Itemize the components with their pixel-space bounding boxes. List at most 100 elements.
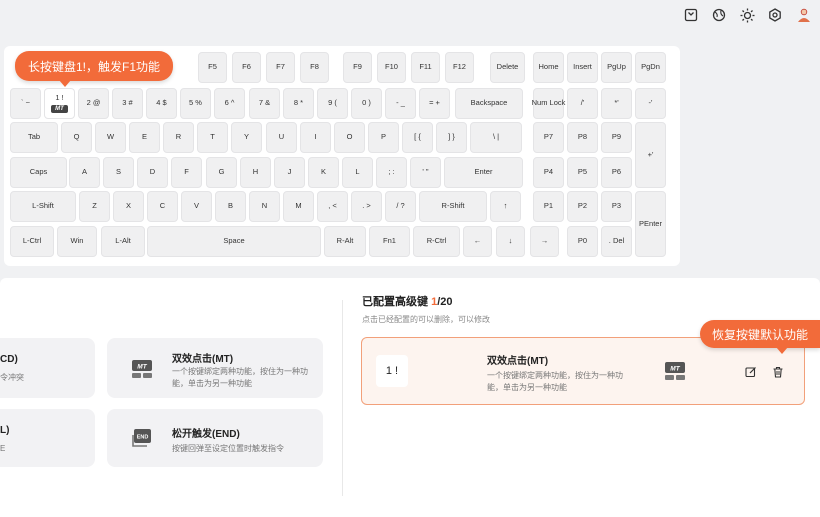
key-f5[interactable]: F5: [198, 52, 227, 83]
key-r-shift[interactable]: R-Shift: [419, 191, 487, 222]
key-p2[interactable]: P2: [567, 191, 598, 222]
key-space[interactable]: Space: [147, 226, 321, 257]
key-p8[interactable]: P8: [567, 122, 598, 153]
key-5[interactable]: 5 %: [180, 88, 211, 119]
key-sym16[interactable]: *': [601, 88, 632, 119]
key-u[interactable]: U: [266, 122, 297, 153]
key-v[interactable]: V: [181, 191, 212, 222]
key-sym10[interactable]: / ?: [385, 191, 416, 222]
key-sym11[interactable]: ' ": [410, 157, 441, 188]
key-sym11[interactable]: - _: [385, 88, 416, 119]
key-sym15[interactable]: /': [567, 88, 598, 119]
key-i[interactable]: I: [300, 122, 331, 153]
key-o[interactable]: O: [334, 122, 365, 153]
key-x[interactable]: X: [113, 191, 144, 222]
key-p3[interactable]: P3: [601, 191, 632, 222]
key-p1[interactable]: P1: [533, 191, 564, 222]
key-penter[interactable]: PEnter: [635, 191, 666, 257]
key-sym13[interactable]: \ |: [470, 122, 522, 153]
key-f10[interactable]: F10: [377, 52, 406, 83]
key-fn1[interactable]: Fn1: [369, 226, 410, 257]
key-p7[interactable]: P7: [533, 122, 564, 153]
avatar[interactable]: [795, 6, 813, 24]
key-sym17[interactable]: -': [635, 88, 666, 119]
key-sym10[interactable]: ; :: [376, 157, 407, 188]
key-n[interactable]: N: [249, 191, 280, 222]
key-backspace[interactable]: Backspace: [455, 88, 523, 119]
key-enter[interactable]: Enter: [444, 157, 523, 188]
key-pgdn[interactable]: PgDn: [635, 52, 666, 83]
feature-card-l[interactable]: L) E: [0, 409, 95, 467]
save-icon[interactable]: [682, 6, 700, 24]
delete-icon[interactable]: [772, 365, 786, 379]
key-r-alt[interactable]: R-Alt: [324, 226, 366, 257]
key-w[interactable]: W: [95, 122, 126, 153]
key-pgup[interactable]: PgUp: [601, 52, 632, 83]
key-f9[interactable]: F9: [343, 52, 372, 83]
key-r[interactable]: R: [163, 122, 194, 153]
brightness-icon[interactable]: [738, 6, 756, 24]
key-num-lock[interactable]: Num Lock: [532, 88, 565, 119]
key-sym12[interactable]: = +: [419, 88, 450, 119]
key-f[interactable]: F: [171, 157, 202, 188]
key-r-ctrl[interactable]: R-Ctrl: [413, 226, 460, 257]
globe-icon[interactable]: [710, 6, 728, 24]
key-g[interactable]: G: [206, 157, 237, 188]
key-sym7[interactable]: ←: [463, 226, 492, 257]
key-c[interactable]: C: [147, 191, 178, 222]
key-6[interactable]: 6 ^: [214, 88, 245, 119]
key-win[interactable]: Win: [57, 226, 97, 257]
key-f8[interactable]: F8: [300, 52, 329, 83]
key-4[interactable]: 4 $: [146, 88, 177, 119]
key-7[interactable]: 7 &: [249, 88, 280, 119]
key-sym9[interactable]: →: [530, 226, 559, 257]
key-home[interactable]: Home: [533, 52, 564, 83]
key-y[interactable]: Y: [231, 122, 262, 153]
key-sym12[interactable]: ↑: [490, 191, 521, 222]
key-sym8[interactable]: ↓: [496, 226, 525, 257]
key-q[interactable]: Q: [61, 122, 92, 153]
key-tab[interactable]: Tab: [10, 122, 58, 153]
key-t[interactable]: T: [197, 122, 228, 153]
key-k[interactable]: K: [308, 157, 339, 188]
key-s[interactable]: S: [103, 157, 134, 188]
key-p[interactable]: P: [368, 122, 399, 153]
key-f11[interactable]: F11: [411, 52, 440, 83]
key-sym17[interactable]: +': [635, 122, 666, 188]
key-del[interactable]: . Del: [601, 226, 632, 257]
key-l[interactable]: L: [342, 157, 373, 188]
key-sym9[interactable]: . >: [351, 191, 382, 222]
key-p0[interactable]: P0: [567, 226, 598, 257]
key-sym0[interactable]: ` ~: [10, 88, 41, 119]
key-f12[interactable]: F12: [445, 52, 474, 83]
key-l-shift[interactable]: L-Shift: [10, 191, 76, 222]
feature-card-cd[interactable]: CD) 令冲突: [0, 338, 95, 398]
key-delete[interactable]: Delete: [490, 52, 525, 83]
key-p4[interactable]: P4: [533, 157, 564, 188]
key-j[interactable]: J: [274, 157, 305, 188]
key-sym8[interactable]: , <: [317, 191, 348, 222]
key-d[interactable]: D: [137, 157, 168, 188]
key-l-alt[interactable]: L-Alt: [101, 226, 145, 257]
key-m[interactable]: M: [283, 191, 314, 222]
key-insert[interactable]: Insert: [567, 52, 598, 83]
key-8[interactable]: 8 *: [283, 88, 314, 119]
key-p9[interactable]: P9: [601, 122, 632, 153]
edit-icon[interactable]: [745, 365, 759, 379]
settings-icon[interactable]: [766, 6, 784, 24]
key-a[interactable]: A: [69, 157, 100, 188]
key-0[interactable]: 0 ): [351, 88, 382, 119]
key-9[interactable]: 9 (: [317, 88, 348, 119]
key-h[interactable]: H: [240, 157, 271, 188]
key-e[interactable]: E: [129, 122, 160, 153]
key-sym11[interactable]: [ {: [402, 122, 433, 153]
key-l-ctrl[interactable]: L-Ctrl: [10, 226, 54, 257]
key-p6[interactable]: P6: [601, 157, 632, 188]
feature-card-mt[interactable]: MT 双效点击(MT) 一个按键绑定两种功能，按住为一种功能，单击为另一种功能: [107, 338, 323, 398]
key-1-selected[interactable]: 1 ! MT: [44, 88, 75, 119]
key-f6[interactable]: F6: [232, 52, 261, 83]
key-z[interactable]: Z: [79, 191, 110, 222]
key-2[interactable]: 2 @: [78, 88, 109, 119]
key-3[interactable]: 3 #: [112, 88, 143, 119]
feature-card-end[interactable]: END 松开触发(END) 按键回弹至设定位置时触发指令: [107, 409, 323, 467]
